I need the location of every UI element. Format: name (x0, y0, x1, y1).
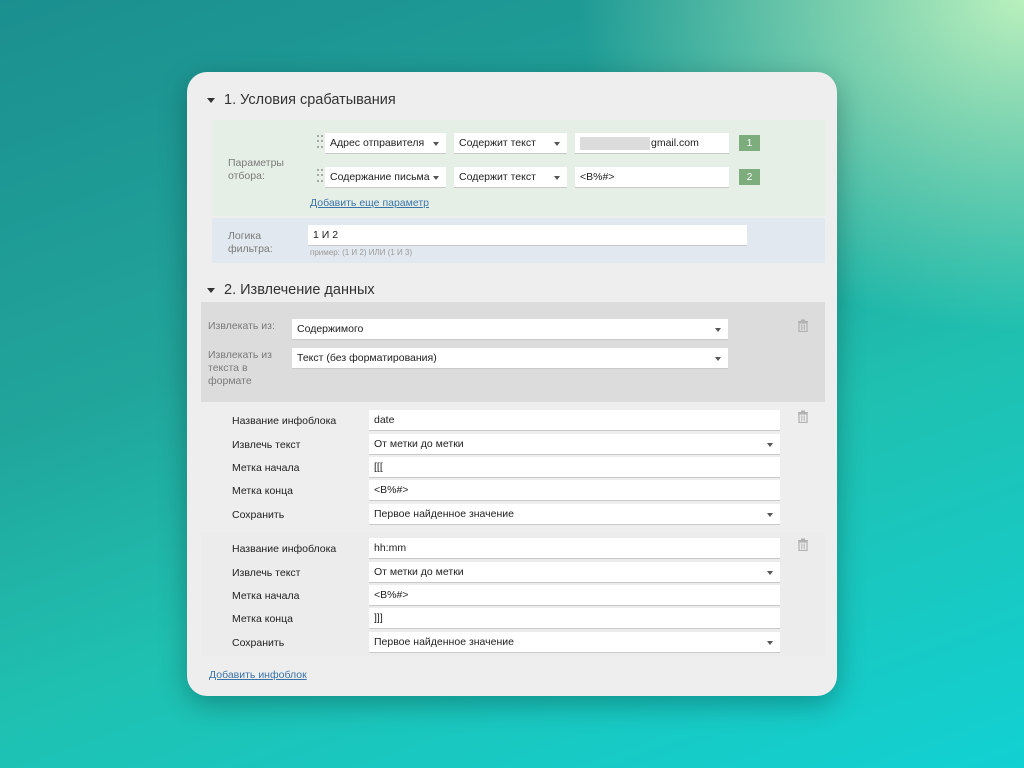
end-mark-label: Метка конца (232, 485, 293, 497)
section-1-title: 1. Условия срабатывания (224, 92, 396, 108)
logic-hint: пример: (1 И 2) ИЛИ (1 И 3) (310, 248, 413, 257)
end-mark-label: Метка конца (232, 613, 293, 625)
extract-text-label: Извлечь текст (232, 567, 301, 579)
end-mark-input[interactable]: ]]] (369, 608, 780, 629)
save-select[interactable]: Первое найденное значение (369, 504, 780, 525)
start-mark-label: Метка начала (232, 590, 300, 602)
infoblock-name-input[interactable]: hh:mm (369, 538, 780, 559)
filter-label: Параметры отбора: (228, 157, 284, 182)
param-operator-select-2[interactable]: Содержит текст (454, 167, 567, 188)
param-value-input-1[interactable]: gmail.com (575, 133, 729, 154)
logic-input[interactable]: 1 И 2 (308, 225, 747, 246)
start-mark-input[interactable]: [[[ (369, 457, 780, 478)
extract-text-select[interactable]: От метки до метки (369, 562, 780, 583)
trash-icon[interactable] (797, 319, 809, 332)
redacted-email (580, 136, 650, 150)
end-mark-input[interactable]: <B%#> (369, 480, 780, 501)
extract-text-select[interactable]: От метки до метки (369, 434, 780, 455)
save-select[interactable]: Первое найденное значение (369, 632, 780, 653)
logic-label: Логика фильтра: (228, 230, 273, 255)
start-mark-label: Метка начала (232, 462, 300, 474)
infoblock-1: Название инфоблока date Извлечь текст От… (201, 404, 825, 528)
param-operator-select-1[interactable]: Содержит текст (454, 133, 567, 154)
param-number-badge-1: 1 (739, 135, 760, 151)
start-mark-input[interactable]: <B%#> (369, 585, 780, 606)
save-label: Сохранить (232, 509, 285, 521)
section-1-header[interactable]: 1. Условия срабатывания (207, 90, 396, 110)
section-2-header[interactable]: 2. Извлечение данных (207, 280, 375, 300)
infoblock-name-input[interactable]: date (369, 410, 780, 431)
infoblock-name-label: Название инфоблока (232, 543, 337, 555)
add-infoblock-link[interactable]: Добавить инфоблок (209, 669, 307, 681)
rules-panel: 1. Условия срабатывания Параметры отбора… (187, 72, 837, 696)
extract-from-label: Извлекать из: (208, 320, 275, 332)
extract-format-select[interactable]: Текст (без форматирования) (292, 348, 728, 369)
param-value-input-2[interactable]: <B%#> (575, 167, 729, 188)
save-label: Сохранить (232, 637, 285, 649)
extract-format-label: Извлекать из текста в формате (208, 349, 272, 387)
trash-icon[interactable] (797, 410, 809, 423)
param-field-select-1[interactable]: Адрес отправителя (325, 133, 446, 154)
caret-down-icon[interactable] (207, 287, 215, 293)
infoblock-2: Название инфоблока hh:mm Извлечь текст О… (201, 532, 825, 656)
caret-down-icon[interactable] (207, 97, 215, 103)
add-parameter-link[interactable]: Добавить еще параметр (310, 197, 429, 209)
param-field-select-2[interactable]: Содержание письма (325, 167, 446, 188)
drag-handle-icon[interactable] (317, 169, 323, 183)
infoblock-name-label: Название инфоблока (232, 415, 337, 427)
extract-text-label: Извлечь текст (232, 439, 301, 451)
trash-icon[interactable] (797, 538, 809, 551)
extract-from-select[interactable]: Содержимого (292, 319, 728, 340)
drag-handle-icon[interactable] (317, 135, 323, 149)
section-2-title: 2. Извлечение данных (224, 282, 375, 298)
param-number-badge-2: 2 (739, 169, 760, 185)
